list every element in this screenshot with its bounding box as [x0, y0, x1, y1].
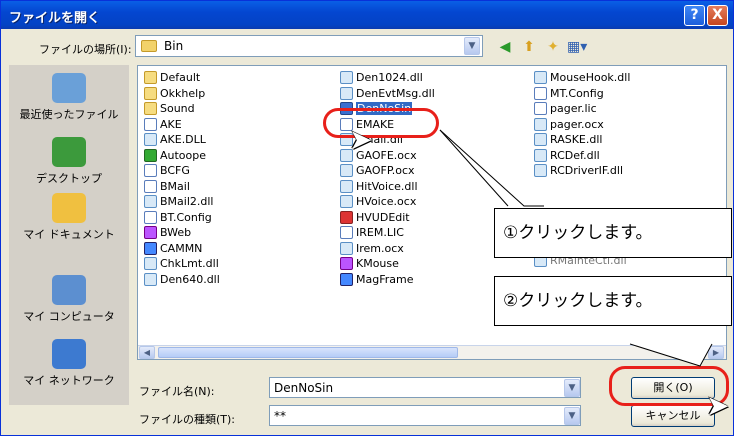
- mouse-cursor-icon: ➤: [349, 123, 373, 156]
- mouse-cursor-icon: ➤: [706, 389, 730, 422]
- callout-step1: ①クリックします。: [494, 208, 732, 258]
- callout-step2: ②クリックします。: [494, 276, 732, 326]
